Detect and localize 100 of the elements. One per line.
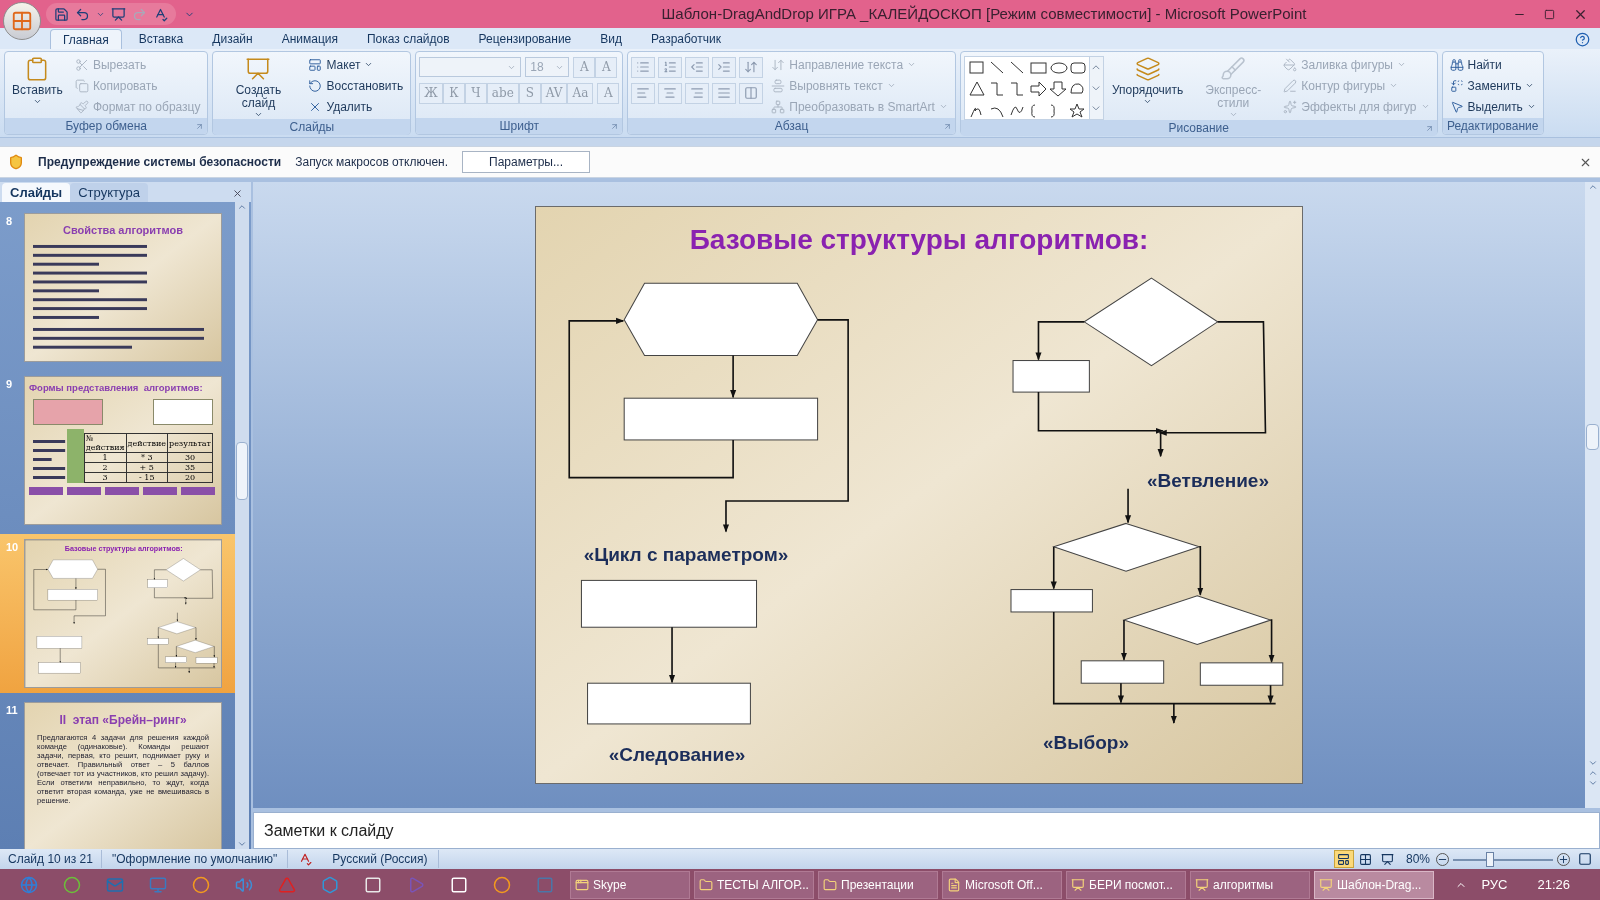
ball-icon[interactable]: [63, 875, 81, 894]
scroll-thumb[interactable]: [1586, 424, 1599, 450]
mail-icon[interactable]: [106, 875, 124, 894]
ribbon-tab[interactable]: Анимация: [269, 29, 350, 49]
clock[interactable]: 21:26: [1537, 874, 1570, 895]
ribbon-tab[interactable]: Вставка: [126, 29, 196, 49]
taskbar-button[interactable]: ТЕСТЫ АЛГОР...: [694, 870, 814, 899]
previous-slide-icon[interactable]: [1587, 768, 1598, 778]
scroll-down-icon[interactable]: [237, 839, 247, 849]
sorter-view-icon: [1359, 852, 1373, 866]
ribbon-button[interactable]: Заменить: [1445, 75, 1540, 96]
caret-icon: [32, 97, 42, 106]
caret-icon: [938, 102, 948, 111]
next-slide-icon[interactable]: [1587, 778, 1598, 788]
taskbar-button[interactable]: Шаблон-Drag...: [1314, 870, 1434, 899]
app-icon: [947, 877, 961, 892]
text-direction-icon: [771, 57, 786, 72]
fit-window-icon[interactable]: [1578, 852, 1592, 866]
ribbon-tab[interactable]: Рецензирование: [466, 29, 584, 49]
theme-name: "Оформление по умолчанию": [101, 850, 289, 868]
redo-icon[interactable]: [132, 6, 147, 22]
cursor-icon: [1449, 99, 1464, 114]
slide-thumbnail[interactable]: [24, 702, 222, 849]
scroll-up-icon[interactable]: [1587, 182, 1598, 192]
taskbar-button[interactable]: Презентации: [818, 870, 938, 899]
help-icon[interactable]: [1575, 32, 1590, 47]
panel-tab[interactable]: Структура: [70, 183, 148, 202]
ribbon-tab[interactable]: Дизайн: [200, 29, 265, 49]
shapes-gallery[interactable]: [963, 56, 1104, 120]
diagram-label: «Ветвление»: [1147, 469, 1269, 493]
preview-icon[interactable]: [153, 6, 168, 22]
slide-number: 10: [6, 540, 18, 555]
replace-icon: [1449, 78, 1464, 93]
ribbon-tab[interactable]: Вид: [588, 29, 634, 49]
table-cell: 3: [84, 472, 127, 483]
bullets-icon: [636, 60, 651, 74]
app-icon: [575, 877, 589, 892]
panel-tab[interactable]: Слайды: [2, 183, 71, 202]
table-cell: 1: [84, 452, 127, 463]
taskbar-button[interactable]: Skype: [570, 870, 690, 899]
ribbon-large-button[interactable]: Создать слайд: [216, 54, 301, 119]
caret-icon: [1389, 81, 1399, 90]
taskbar-button[interactable]: БЕРИ посмот...: [1066, 870, 1186, 899]
input-language[interactable]: РУС: [1481, 874, 1508, 895]
ribbon-large-button[interactable]: Упорядочить: [1107, 54, 1188, 106]
ribbon-button[interactable]: Удалить: [304, 96, 408, 117]
pen-icon: [1283, 78, 1298, 93]
speaker-icon[interactable]: [235, 875, 253, 894]
app-icon: [1071, 877, 1085, 892]
ribbon-button[interactable]: Выделить: [1445, 96, 1540, 117]
zoom-thumb[interactable]: [1486, 851, 1494, 867]
launcher-icon[interactable]: [610, 121, 620, 131]
save-icon[interactable]: [54, 6, 69, 22]
scroll-up-icon[interactable]: [237, 202, 247, 212]
flowchart-card: [66, 429, 84, 484]
caret-icon: [254, 110, 263, 119]
thumbnail-title: Свойства алгоритмов: [62, 223, 184, 238]
launcher-icon[interactable]: [1424, 123, 1434, 133]
align-right-icon: [690, 86, 705, 100]
line-spacing-icon: [744, 60, 759, 74]
table-header-cell: результат: [167, 433, 213, 453]
close-icon[interactable]: [232, 188, 243, 199]
window-title: Шаблон-DragAndDrop ИГРА _КАЛЕЙДОСКОП [Режим совместимости] - Microsoft PowerPoint: [660, 3, 1308, 24]
undo-icon[interactable]: [75, 6, 90, 22]
scrollbar[interactable]: [1585, 182, 1600, 808]
slide-counter: Слайд 10 из 21: [0, 850, 102, 868]
diagram-label: «Цикл с параметром»: [583, 543, 789, 567]
scroll-thumb[interactable]: [236, 442, 248, 500]
slideshow-icon[interactable]: [111, 6, 126, 22]
ribbon-tab[interactable]: Главная: [50, 29, 122, 49]
language-status[interactable]: Русский (Россия): [322, 850, 439, 868]
restore-icon[interactable]: [1544, 8, 1555, 20]
copy-icon: [74, 78, 89, 93]
caret-icon: [1525, 81, 1535, 90]
media-icon[interactable]: [407, 875, 425, 894]
options-button[interactable]: Параметры...: [462, 151, 590, 173]
ribbon-button[interactable]: Макет: [304, 54, 408, 75]
zoom-level[interactable]: 80%: [1405, 850, 1430, 868]
slide-thumbnail[interactable]: Свойства алгоритмов: [24, 213, 222, 362]
taskbar-button[interactable]: Microsoft Off...: [942, 870, 1062, 899]
ribbon-button[interactable]: Найти: [1445, 54, 1540, 75]
notes-pane[interactable]: Заметки к слайду: [253, 812, 1600, 849]
ribbon-tab[interactable]: Разработчик: [639, 29, 733, 49]
scroll-down-icon[interactable]: [1587, 758, 1598, 768]
ribbon-tab[interactable]: Показ слайдов: [355, 29, 462, 49]
ribbon-button[interactable]: Восстановить: [304, 75, 408, 96]
spellcheck-icon[interactable]: [298, 852, 313, 866]
caret-icon: [1526, 102, 1536, 111]
monitor-icon[interactable]: [149, 875, 167, 894]
ribbon-large-button[interactable]: Вставить: [8, 54, 67, 106]
taskbar-button[interactable]: алгоритмы: [1190, 870, 1310, 899]
launcher-icon[interactable]: [942, 121, 952, 131]
office-button[interactable]: [3, 2, 41, 40]
launcher-icon[interactable]: [195, 121, 205, 131]
scrollbar[interactable]: [235, 202, 249, 849]
caret-icon: [364, 60, 374, 69]
app-icon: [1195, 877, 1209, 892]
view-button[interactable]: [1333, 850, 1354, 868]
table-cell: + 5: [126, 462, 168, 473]
paint-bucket-icon: [1283, 57, 1298, 72]
